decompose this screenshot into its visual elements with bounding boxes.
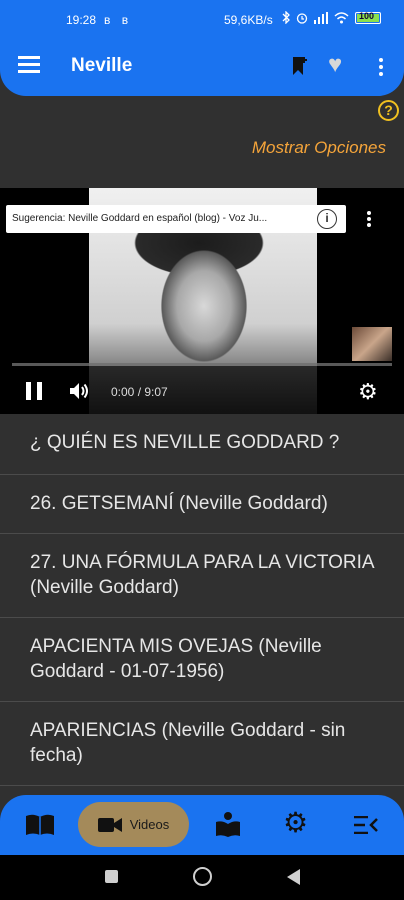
info-icon[interactable]: i bbox=[317, 209, 337, 229]
battery-icon: 100 bbox=[355, 10, 381, 24]
system-nav-bar bbox=[0, 855, 404, 900]
heart-icon[interactable]: ♥ bbox=[328, 51, 342, 79]
list-item[interactable]: 26. GETSEMANÍ (Neville Goddard) bbox=[0, 475, 404, 534]
battery-percent: 100 bbox=[359, 10, 375, 21]
status-time: 19:28 bbox=[66, 13, 97, 27]
video-suggestion-banner[interactable]: Sugerencia: Neville Goddard en español (… bbox=[6, 205, 346, 233]
volume-icon[interactable] bbox=[69, 381, 91, 401]
book-icon[interactable] bbox=[25, 813, 55, 837]
video-time: 0:00 / 9:07 bbox=[111, 385, 168, 399]
gear-icon[interactable]: ⚙ bbox=[283, 806, 308, 839]
more-vert-icon[interactable] bbox=[378, 58, 384, 79]
list-item[interactable]: APACIENTA MIS OVEJAS (Neville Goddard - … bbox=[0, 618, 404, 702]
back-icon[interactable] bbox=[287, 869, 300, 885]
show-options-link[interactable]: Mostrar Opciones bbox=[252, 138, 386, 158]
video-settings-icon[interactable]: ⚙ bbox=[358, 379, 378, 405]
page-title: Neville bbox=[71, 55, 133, 76]
list-item-title: ¿ QUIÉN ES NEVILLE GODDARD ? bbox=[30, 432, 340, 453]
video-thumbnail[interactable] bbox=[352, 327, 392, 361]
recent-apps-icon[interactable] bbox=[105, 870, 118, 883]
bottom-nav: Videos ⚙ bbox=[0, 795, 404, 855]
list-item-title: APACIENTA MIS OVEJAS (Neville Goddard - … bbox=[30, 636, 322, 682]
list-item-title: 26. GETSEMANÍ (Neville Goddard) bbox=[30, 493, 328, 514]
video-more-icon[interactable] bbox=[366, 211, 372, 229]
video-camera-icon bbox=[97, 817, 122, 832]
nav-videos-button[interactable]: Videos bbox=[78, 802, 189, 847]
list-item[interactable]: APARIENCIAS (Neville Goddard - sin fecha… bbox=[0, 702, 404, 786]
menu-collapse-icon[interactable] bbox=[354, 816, 378, 834]
status-bar: 19:28 ʙ ʙ 59,6KB/s 100 bbox=[0, 0, 404, 40]
list-item-title: APARIENCIAS (Neville Goddard - sin fecha… bbox=[30, 720, 346, 766]
bluetooth-icon bbox=[282, 11, 290, 24]
bookmark-add-icon[interactable] bbox=[292, 56, 308, 76]
app-bar: Neville ♥ bbox=[0, 40, 404, 96]
reading-icon[interactable] bbox=[215, 811, 241, 837]
list-item-title: 27. UNA FÓRMULA PARA LA VICTORIA (Nevill… bbox=[30, 552, 374, 598]
network-speed: 59,6KB/s bbox=[224, 13, 273, 27]
signal-icon bbox=[314, 11, 328, 24]
app-screen: 19:28 ʙ ʙ 59,6KB/s 100 Neville ♥ ? Mostr… bbox=[0, 0, 404, 900]
status-left-icons: ʙ ʙ bbox=[104, 13, 133, 27]
status-right-icons: 100 bbox=[282, 11, 381, 24]
alarm-icon bbox=[296, 12, 308, 24]
list-item[interactable]: ¿ QUIÉN ES NEVILLE GODDARD ? bbox=[0, 414, 404, 475]
pause-icon[interactable] bbox=[26, 382, 44, 400]
menu-icon[interactable] bbox=[18, 56, 40, 74]
home-icon[interactable] bbox=[193, 867, 212, 886]
list-item[interactable]: 27. UNA FÓRMULA PARA LA VICTORIA (Nevill… bbox=[0, 534, 404, 618]
wifi-icon bbox=[334, 11, 349, 23]
video-list: ¿ QUIÉN ES NEVILLE GODDARD ? 26. GETSEMA… bbox=[0, 414, 404, 786]
video-progress-bar[interactable] bbox=[12, 363, 392, 366]
help-icon[interactable]: ? bbox=[378, 100, 399, 121]
nav-videos-label: Videos bbox=[129, 817, 170, 832]
